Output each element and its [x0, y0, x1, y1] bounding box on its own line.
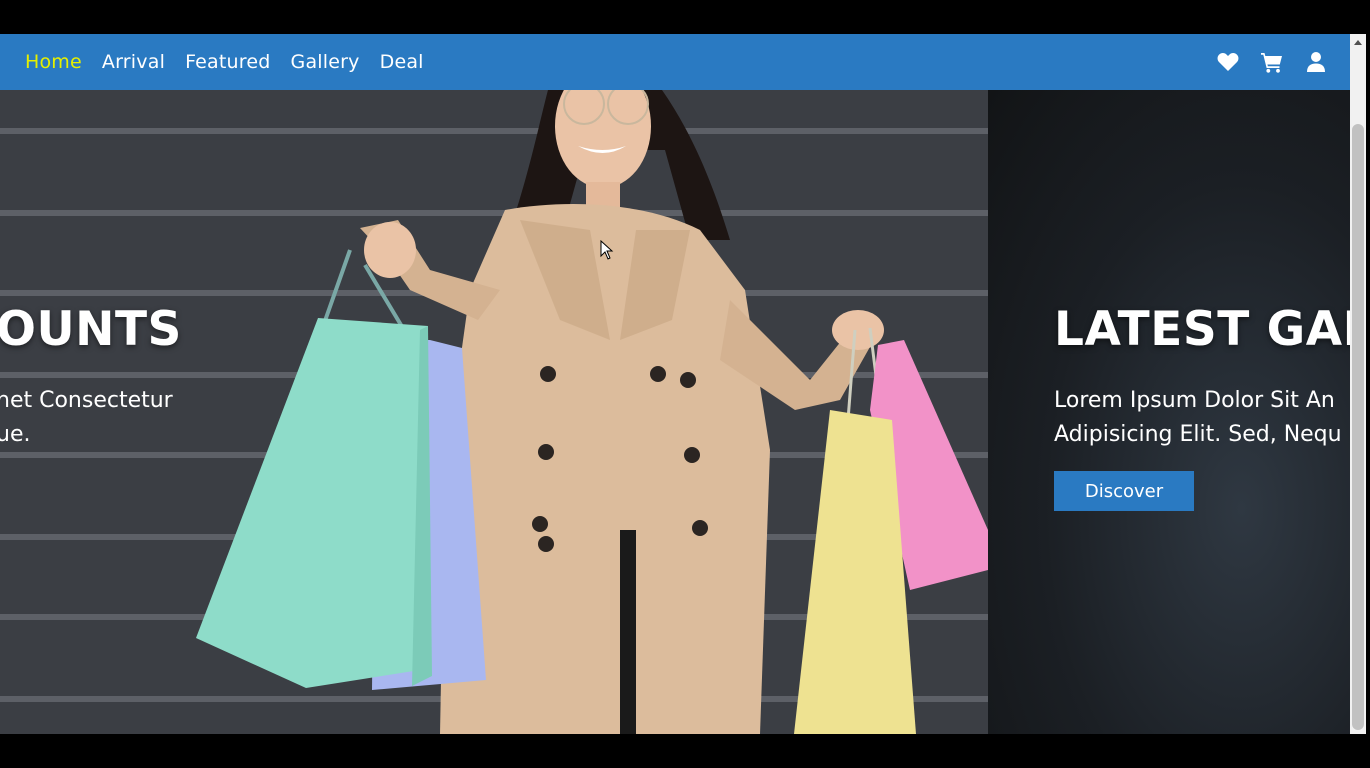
slide-headline: LATEST GADG [1054, 302, 1350, 357]
nav-link-home[interactable]: Home [25, 51, 82, 73]
nav-link-featured[interactable]: Featured [185, 51, 270, 73]
top-navbar: Home Arrival Featured Gallery Deal [0, 34, 1350, 90]
slide-text-line-2: ue. [0, 422, 31, 447]
nav-link-deal[interactable]: Deal [380, 51, 424, 73]
hero-slider: OUNTS net Consectetur ue. LATEST GADG Lo… [0, 90, 1350, 734]
nav-icons [1216, 50, 1328, 74]
slide-text-line-1: net Consectetur [0, 388, 173, 413]
bottom-letterbox [0, 734, 1370, 768]
heart-icon[interactable] [1216, 50, 1240, 74]
cart-icon[interactable] [1260, 50, 1284, 74]
nav-link-arrival[interactable]: Arrival [102, 51, 165, 73]
slide-text-line-2: Adipisicing Elit. Sed, Nequ [1054, 422, 1342, 447]
page-scrollbar[interactable] [1350, 34, 1366, 734]
discover-button[interactable]: Discover [1054, 471, 1194, 511]
mouse-cursor-icon [600, 240, 614, 260]
hero-slide-latest-gadgets: LATEST GADG Lorem Ipsum Dolor Sit An Adi… [988, 90, 1350, 734]
nav-links: Home Arrival Featured Gallery Deal [25, 51, 424, 73]
hero-slide-discounts: OUNTS net Consectetur ue. [0, 90, 988, 734]
slide-headline: OUNTS [0, 302, 182, 357]
slide-text-line-1: Lorem Ipsum Dolor Sit An [1054, 388, 1335, 413]
nav-link-gallery[interactable]: Gallery [291, 51, 360, 73]
user-icon[interactable] [1304, 50, 1328, 74]
scroll-up-arrow-icon[interactable] [1354, 40, 1362, 45]
scroll-thumb[interactable] [1352, 124, 1364, 730]
browser-frame: Home Arrival Featured Gallery Deal OUNTS… [0, 0, 1370, 768]
